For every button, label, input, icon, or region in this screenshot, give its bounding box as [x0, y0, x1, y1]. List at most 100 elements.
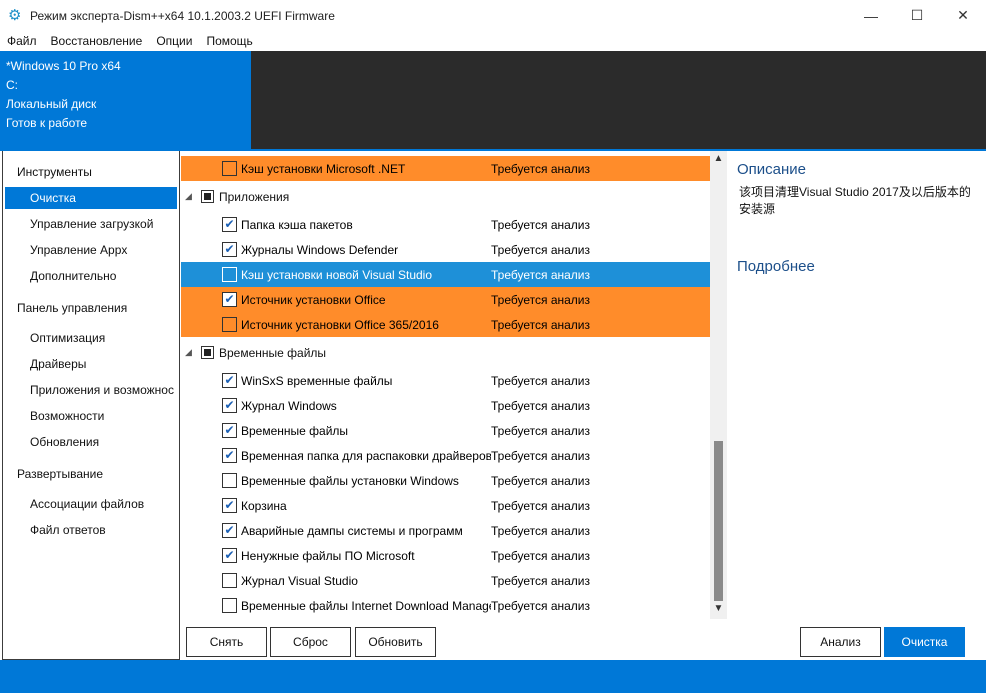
item-status: Требуется анализ	[491, 217, 590, 232]
list-item[interactable]: Источник установки Office 365/2016 Требуе…	[181, 312, 710, 337]
item-status: Требуется анализ	[491, 292, 590, 307]
clean-button[interactable]: Очистка	[884, 627, 965, 657]
maximize-button[interactable]: ☐	[894, 0, 940, 31]
item-name: Аварийные дампы системы и программ	[241, 523, 463, 538]
cleanup-list: Кэш установки Microsoft .NET Требуется ан…	[181, 151, 710, 619]
item-status: Требуется анализ	[491, 398, 590, 413]
item-name: Журнал Windows	[241, 398, 337, 413]
checkbox-checked[interactable]: ✔	[222, 448, 237, 463]
group-header[interactable]: ◢ Приложения	[181, 181, 710, 212]
refresh-button[interactable]: Обновить	[355, 627, 436, 657]
list-item[interactable]: ✔ Временная папка для распаковки драйверо…	[181, 443, 710, 468]
item-status: Требуется анализ	[491, 267, 590, 282]
list-item[interactable]: Кэш установки новой Visual Studio Требует…	[181, 262, 710, 287]
group-header[interactable]: ◢ Временные файлы	[181, 337, 710, 368]
menu-recovery[interactable]: Восстановление	[44, 34, 150, 48]
group-checkbox[interactable]	[201, 346, 214, 359]
item-name: Журналы Windows Defender	[241, 242, 399, 257]
checkbox-unchecked[interactable]	[222, 573, 237, 588]
item-status: Требуется анализ	[491, 573, 590, 588]
list-item[interactable]: ✔ Папка кэша пакетов Требуется анализ	[181, 212, 710, 237]
sidebar-item-cleanup[interactable]: Очистка	[5, 187, 177, 209]
checkbox-unchecked[interactable]	[222, 161, 237, 176]
scroll-thumb[interactable]	[714, 441, 723, 601]
collapse-caret-icon[interactable]: ◢	[185, 347, 197, 358]
menu-help[interactable]: Помощь	[199, 34, 259, 48]
uncheck-button[interactable]: Снять	[186, 627, 267, 657]
collapse-caret-icon[interactable]: ◢	[185, 191, 197, 202]
item-status: Требуется анализ	[491, 317, 590, 332]
checkbox-checked[interactable]: ✔	[222, 523, 237, 538]
item-name: Корзина	[241, 498, 287, 513]
list-item[interactable]: ✔ Временные файлы Требуется анализ	[181, 418, 710, 443]
sidebar-item-features[interactable]: Возможности	[3, 403, 179, 429]
close-button[interactable]: ✕	[940, 0, 986, 31]
gear-icon: ⚙	[8, 6, 22, 24]
checkbox-checked[interactable]: ✔	[222, 242, 237, 257]
action-bar: Снять Сброс Обновить Анализ Очистка	[181, 619, 986, 660]
system-info-panel[interactable]: *Windows 10 Pro x64 C: Локальный диск Го…	[0, 51, 251, 149]
list-item[interactable]: Временные файлы Internet Download Manage…	[181, 593, 710, 618]
sidebar-section-control-panel: Панель управления	[17, 301, 128, 315]
minimize-button[interactable]: —	[848, 0, 894, 31]
drive-letter: C:	[6, 78, 18, 92]
status-text: Готов к работе	[6, 116, 88, 130]
checkbox-checked[interactable]: ✔	[222, 217, 237, 232]
sidebar-item-apps-features[interactable]: Приложения и возможнос	[3, 377, 179, 403]
sidebar-item-boot-management[interactable]: Управление загрузкой	[3, 211, 179, 237]
list-scrollbar[interactable]: ▲ ▼	[710, 151, 727, 619]
more-details-link[interactable]: Подробнее	[737, 258, 976, 275]
sidebar-item-optimization[interactable]: Оптимизация	[3, 325, 179, 351]
sidebar-item-advanced[interactable]: Дополнительно	[3, 263, 179, 289]
menu-file[interactable]: Файл	[0, 34, 44, 48]
checkbox-unchecked[interactable]	[222, 473, 237, 488]
item-name: Кэш установки новой Visual Studio	[241, 267, 433, 282]
group-checkbox[interactable]	[201, 190, 214, 203]
item-status: Требуется анализ	[491, 448, 590, 463]
menu-options[interactable]: Опции	[149, 34, 199, 48]
list-item[interactable]: ✔ Корзина Требуется анализ	[181, 493, 710, 518]
item-status: Требуется анализ	[491, 598, 590, 613]
item-name: Кэш установки Microsoft .NET	[241, 161, 406, 176]
window-title: Режим эксперта-Dism++x64 10.1.2003.2 UEF…	[30, 8, 335, 23]
sidebar-section-tools: Инструменты	[17, 165, 92, 179]
list-item[interactable]: ✔ WinSxS временные файлы Требуется анализ	[181, 368, 710, 393]
list-item[interactable]: ✔ Журнал Windows Требуется анализ	[181, 393, 710, 418]
checkbox-checked[interactable]: ✔	[222, 548, 237, 563]
checkbox-checked[interactable]: ✔	[222, 423, 237, 438]
sidebar-item-updates[interactable]: Обновления	[3, 429, 179, 455]
description-title: Описание	[737, 161, 807, 178]
analyze-button[interactable]: Анализ	[800, 627, 881, 657]
list-item[interactable]: ✔ Аварийные дампы системы и программ Требу…	[181, 518, 710, 543]
scroll-up-icon[interactable]: ▲	[710, 153, 727, 167]
item-name: Источник установки Office	[241, 292, 386, 307]
list-item[interactable]: ✔ Источник установки Office Требуется анал…	[181, 287, 710, 312]
description-panel: Описание 该项目清理Visual Studio 2017及以后版本的安装…	[727, 151, 986, 619]
item-name: Временные файлы установки Windows	[241, 473, 459, 488]
checkbox-checked[interactable]: ✔	[222, 292, 237, 307]
reset-button[interactable]: Сброс	[270, 627, 351, 657]
item-status: Требуется анализ	[491, 242, 590, 257]
list-item[interactable]: ✔ Ненужные файлы ПО Microsoft Требуется ан…	[181, 543, 710, 568]
list-item[interactable]: Временные файлы установки Windows Требует…	[181, 468, 710, 493]
list-item[interactable]: Кэш установки Microsoft .NET Требуется ан…	[181, 156, 710, 181]
list-item[interactable]: Журнал Visual Studio Требуется анализ	[181, 568, 710, 593]
checkbox-unchecked[interactable]	[222, 317, 237, 332]
checkbox-checked[interactable]: ✔	[222, 498, 237, 513]
item-name: Ненужные файлы ПО Microsoft	[241, 548, 415, 563]
sidebar-item-file-associations[interactable]: Ассоциации файлов	[3, 491, 179, 517]
item-name: Папка кэша пакетов	[241, 217, 353, 232]
checkbox-checked[interactable]: ✔	[222, 398, 237, 413]
checkbox-unchecked[interactable]	[222, 598, 237, 613]
list-item[interactable]: ✔ Журналы Windows Defender Требуется анали…	[181, 237, 710, 262]
checkbox-checked[interactable]: ✔	[222, 373, 237, 388]
checkbox-unchecked[interactable]	[222, 267, 237, 282]
description-text: 该项目清理Visual Studio 2017及以后版本的安装源	[739, 185, 971, 216]
group-label: Приложения	[219, 189, 290, 204]
item-name: WinSxS временные файлы	[241, 373, 393, 388]
scroll-down-icon[interactable]: ▼	[710, 603, 727, 617]
sidebar-item-drivers[interactable]: Драйверы	[3, 351, 179, 377]
title-bar: ⚙ Режим эксперта-Dism++x64 10.1.2003.2 U…	[0, 0, 986, 31]
sidebar-item-answer-file[interactable]: Файл ответов	[3, 517, 179, 543]
sidebar-item-appx-management[interactable]: Управление Appx	[3, 237, 179, 263]
